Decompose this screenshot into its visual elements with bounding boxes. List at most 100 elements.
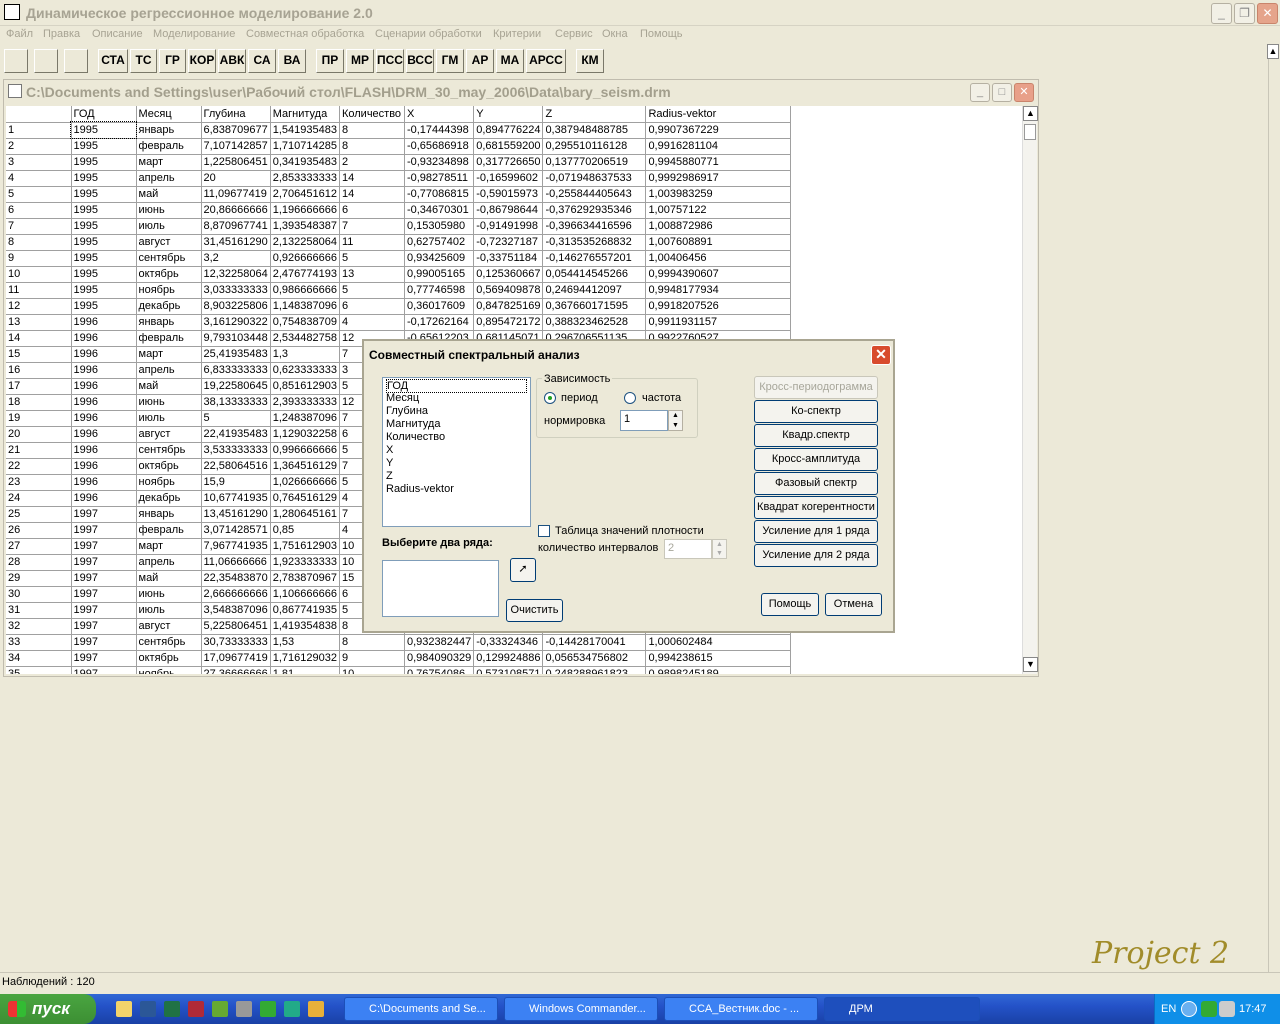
table-cell[interactable]: 22,41935483 xyxy=(201,426,271,443)
table-cell[interactable]: 1995 xyxy=(71,298,137,315)
table-cell[interactable]: 0,129924886 xyxy=(473,650,544,667)
new-file-icon[interactable] xyxy=(4,49,28,73)
table-cell[interactable]: 3,033333333 xyxy=(201,282,271,299)
series-item[interactable]: ГОД xyxy=(386,379,527,393)
table-cell[interactable]: 1995 xyxy=(71,154,137,171)
column-header[interactable]: Месяц xyxy=(136,106,202,123)
table-cell[interactable]: 1997 xyxy=(71,602,137,619)
table-cell[interactable]: 8 xyxy=(339,138,405,155)
table-cell[interactable]: 1996 xyxy=(71,442,137,459)
table-cell[interactable]: 13,45161290 xyxy=(201,506,271,523)
table-cell[interactable]: 1,148387096 xyxy=(270,298,340,315)
coherence-squared-button[interactable]: Квадрат когерентности xyxy=(754,496,878,519)
table-cell[interactable]: 1,81 xyxy=(270,666,340,674)
row-number[interactable]: 29 xyxy=(6,570,72,587)
table-cell[interactable]: 22,58064516 xyxy=(201,458,271,475)
table-cell[interactable]: май xyxy=(136,186,202,203)
save-icon[interactable] xyxy=(64,49,88,73)
table-cell[interactable]: -0,77086815 xyxy=(404,186,475,203)
table-cell[interactable]: 1,008872986 xyxy=(645,218,792,235)
table-cell[interactable]: 25,41935483 xyxy=(201,346,271,363)
table-cell[interactable]: 1995 xyxy=(70,121,137,139)
series-listbox[interactable]: ГОД Месяц Глубина Магнитуда Количество X… xyxy=(382,377,531,527)
table-row[interactable]: 5 1995 май 11,09677419 2,706451612 14 -0,77086… xyxy=(6,186,792,203)
table-cell[interactable]: 0,994238615 xyxy=(645,650,792,667)
table-cell[interactable]: -0,91491998 xyxy=(473,218,544,235)
table-cell[interactable]: апрель xyxy=(136,170,202,187)
table-cell[interactable]: 0,9948177934 xyxy=(645,282,792,299)
table-cell[interactable]: 0,056534756802 xyxy=(542,650,647,667)
tray-expand-icon[interactable] xyxy=(1181,1001,1197,1017)
table-cell[interactable]: 1,129032258 xyxy=(270,426,340,443)
row-number[interactable]: 32 xyxy=(6,618,72,635)
tb-pr[interactable]: ПР xyxy=(316,49,344,73)
table-cell[interactable]: 1997 xyxy=(71,650,137,667)
start-button[interactable]: пуск xyxy=(0,994,96,1024)
table-cell[interactable]: 1,393548387 xyxy=(270,218,340,235)
table-cell[interactable]: 0,9994390607 xyxy=(645,266,792,283)
table-row[interactable]: 4 1995 апрель 20 2,853333333 14 -0,98278511 -0,… xyxy=(6,170,792,187)
table-cell[interactable]: август xyxy=(136,234,202,251)
grid-scroll-down-icon[interactable]: ▼ xyxy=(1023,657,1038,672)
table-cell[interactable]: ноябрь xyxy=(136,282,202,299)
row-number[interactable]: 11 xyxy=(6,282,72,299)
series-item[interactable]: Z xyxy=(386,470,393,482)
selected-series-listbox[interactable] xyxy=(382,560,499,617)
table-cell[interactable]: -0,33324346 xyxy=(473,634,544,651)
menu-windows[interactable]: Окна xyxy=(602,28,628,40)
table-cell[interactable]: 3,161290322 xyxy=(201,314,271,331)
table-cell[interactable]: 1997 xyxy=(71,554,137,571)
table-cell[interactable]: март xyxy=(136,538,202,555)
table-cell[interactable]: январь xyxy=(136,122,202,139)
table-cell[interactable]: 8,903225806 xyxy=(201,298,271,315)
row-number[interactable]: 33 xyxy=(6,634,72,651)
table-cell[interactable]: январь xyxy=(136,506,202,523)
table-cell[interactable]: 0,764516129 xyxy=(270,490,340,507)
row-number[interactable]: 7 xyxy=(6,218,72,235)
table-cell[interactable]: 6 xyxy=(339,298,405,315)
table-cell[interactable]: 8,870967741 xyxy=(201,218,271,235)
table-cell[interactable]: 1995 xyxy=(71,202,137,219)
help-button[interactable]: Помощь xyxy=(761,593,819,616)
table-cell[interactable]: 27,36666666 xyxy=(201,666,271,674)
table-cell[interactable]: -0,396634416596 xyxy=(542,218,647,235)
row-number[interactable]: 13 xyxy=(6,314,72,331)
table-cell[interactable]: 0,054414545266 xyxy=(542,266,647,283)
grid-scroll-thumb[interactable] xyxy=(1024,124,1036,140)
table-cell[interactable]: 1,00406456 xyxy=(645,250,792,267)
row-number[interactable]: 5 xyxy=(6,186,72,203)
table-cell[interactable]: 1,007608891 xyxy=(645,234,792,251)
table-cell[interactable]: 1995 xyxy=(71,250,137,267)
phase-spectrum-button[interactable]: Фазовый спектр xyxy=(754,472,878,495)
table-cell[interactable]: -0,313535268832 xyxy=(542,234,647,251)
close-icon[interactable]: ✕ xyxy=(1257,3,1278,24)
table-cell[interactable]: 1,00757122 xyxy=(645,202,792,219)
row-number[interactable]: 21 xyxy=(6,442,72,459)
table-cell[interactable]: октябрь xyxy=(136,458,202,475)
table-cell[interactable]: 0,895472172 xyxy=(473,314,544,331)
column-header[interactable]: Магнитуда xyxy=(270,106,340,123)
table-cell[interactable]: 11 xyxy=(339,234,405,251)
table-cell[interactable]: 0,569409878 xyxy=(473,282,544,299)
table-cell[interactable]: 0,9918207526 xyxy=(645,298,792,315)
task-word-doc[interactable]: CCA_Вестник.doc - ... xyxy=(664,997,818,1021)
table-cell[interactable]: ноябрь xyxy=(136,666,202,674)
tb-km[interactable]: КМ xyxy=(576,49,604,73)
column-header[interactable]: Y xyxy=(473,106,544,123)
table-cell[interactable]: 0,996666666 xyxy=(270,442,340,459)
table-cell[interactable]: 1995 xyxy=(71,186,137,203)
column-header[interactable]: X xyxy=(404,106,475,123)
row-number[interactable]: 4 xyxy=(6,170,72,187)
row-number[interactable]: 34 xyxy=(6,650,72,667)
table-cell[interactable]: май xyxy=(136,570,202,587)
table-cell[interactable]: 0,15305980 xyxy=(404,218,475,235)
table-cell[interactable]: 14 xyxy=(339,186,405,203)
table-cell[interactable]: август xyxy=(136,618,202,635)
table-cell[interactable]: 1,751612903 xyxy=(270,538,340,555)
table-cell[interactable]: 1995 xyxy=(71,170,137,187)
table-cell[interactable]: 0,387948488785 xyxy=(542,122,647,139)
table-cell[interactable]: 0,125360667 xyxy=(473,266,544,283)
row-number[interactable]: 10 xyxy=(6,266,72,283)
table-cell[interactable]: 1995 xyxy=(71,266,137,283)
table-cell[interactable]: -0,65686918 xyxy=(404,138,475,155)
